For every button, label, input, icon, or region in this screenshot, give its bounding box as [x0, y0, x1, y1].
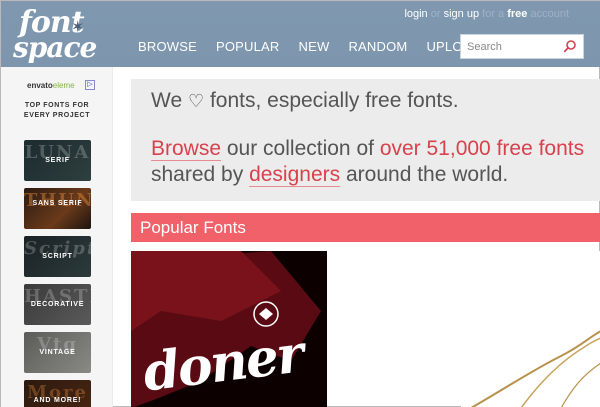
nav-popular[interactable]: POPULAR	[216, 39, 280, 54]
category-sans-serif[interactable]: THUN SANS SERIF	[24, 188, 91, 229]
hero-tagline: We ♡ fonts, especially free fonts.	[151, 89, 459, 113]
category-label: SCRIPT	[42, 253, 73, 260]
category-label: DECORATIVE	[30, 301, 85, 308]
hero-designers-line: shared by designers around the world.	[151, 163, 508, 187]
font-card[interactable]	[461, 251, 600, 407]
category-label: AND MORE!	[33, 397, 82, 404]
ad-brand-name: envato	[27, 81, 53, 90]
sidebar-ad: envatoeleme ▷ TOP FONTS FOR EVERY PROJEC…	[1, 67, 113, 407]
search-box	[460, 34, 584, 59]
logo-text-space: space	[13, 31, 97, 64]
hero-banner: We ♡ fonts, especially free fonts. Brows…	[131, 79, 600, 201]
fontspace-logo[interactable]: font ✶ space	[9, 5, 99, 64]
login-link[interactable]: login	[404, 8, 427, 20]
popular-fonts-header: Popular Fonts	[131, 213, 600, 242]
hero-shared-text: shared by	[151, 163, 244, 186]
font-card[interactable]: doner	[131, 251, 327, 407]
ad-brand[interactable]: envatoeleme	[27, 81, 75, 90]
category-label: SERIF	[45, 157, 70, 164]
auth-or-text: or	[430, 8, 441, 20]
ad-brand-suffix: eleme	[52, 81, 75, 90]
hero-we-text: We	[151, 89, 183, 112]
designers-link[interactable]: designers	[249, 163, 341, 187]
search-input[interactable]	[461, 35, 565, 58]
ad-heading: TOP FONTS FOR EVERY PROJECT	[23, 102, 91, 119]
ad-choices-icon[interactable]: ▷	[85, 80, 95, 90]
font-count-text: over 51,000 free fonts	[379, 137, 585, 160]
category-decorative[interactable]: HASTE DECORATIVE	[24, 284, 91, 325]
category-label: SANS SERIF	[32, 200, 83, 207]
nav-random[interactable]: RANDOM	[348, 39, 407, 54]
hero-tagline-text: fonts, especially free fonts.	[209, 89, 459, 112]
category-vintage[interactable]: Vtg VINTAGE	[24, 332, 91, 373]
browse-link[interactable]: Browse	[151, 137, 222, 161]
signup-link[interactable]: sign up	[444, 8, 479, 20]
category-label: VINTAGE	[39, 349, 76, 356]
auth-account-text: account	[530, 8, 569, 20]
heart-icon: ♡	[187, 91, 205, 111]
nav-browse[interactable]: BROWSE	[138, 39, 197, 54]
auth-for-a-text: for a	[482, 8, 505, 20]
category-serif[interactable]: LUNA SERIF	[24, 140, 91, 181]
main-nav: BROWSE POPULAR NEW RANDOM UPLOAD	[138, 39, 500, 54]
category-script[interactable]: Script SCRIPT	[24, 236, 91, 277]
font-preview-image	[470, 330, 600, 407]
search-icon[interactable]	[563, 39, 577, 53]
hero-world-text: around the world.	[345, 163, 509, 186]
nav-new[interactable]: NEW	[299, 39, 330, 54]
auth-free-text: free	[507, 8, 528, 20]
category-and-more[interactable]: More AND MORE!	[24, 380, 91, 407]
popular-fonts-title: Popular Fonts	[140, 218, 246, 237]
hero-collection-text: our collection of	[226, 137, 374, 160]
auth-links: login or sign up for a free account	[404, 8, 569, 20]
site-header: font ✶ space login or sign up for a free…	[1, 1, 600, 67]
hero-browse-line: Browse our collection of over 51,000 fre…	[151, 137, 584, 161]
